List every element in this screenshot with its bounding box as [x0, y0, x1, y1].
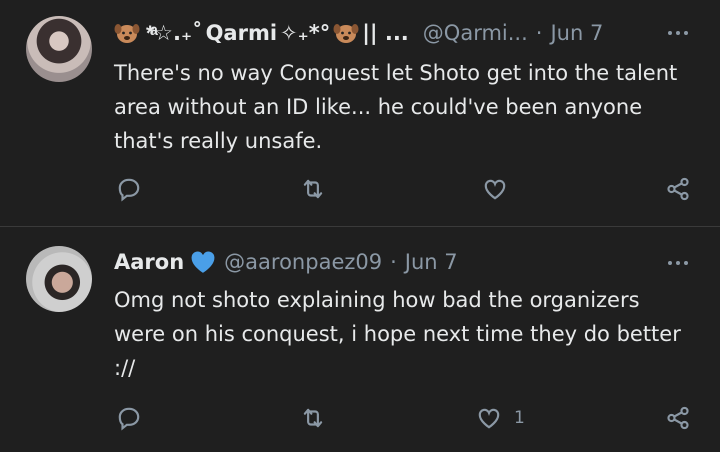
- tweet-text: There's no way Conquest let Shoto get in…: [114, 61, 678, 153]
- share-icon: [667, 406, 689, 430]
- dog-emoji-icon: [114, 24, 140, 43]
- display-name[interactable]: Aaron: [114, 250, 184, 274]
- retweet-icon: [303, 179, 323, 199]
- name-prefix-symbols: *ͣ☆.₊˚: [146, 20, 203, 45]
- share-button[interactable]: [665, 405, 691, 431]
- tweet-date[interactable]: Jun 7: [405, 250, 458, 274]
- name-suffix-symbols: ✧₊*°: [280, 21, 331, 45]
- tweet-header: *ͣ☆.₊˚ Qarmi ✧₊*° || ... @Qarmi... · Jun…: [114, 18, 603, 48]
- handle[interactable]: @aaronpaez09: [224, 250, 382, 274]
- handle[interactable]: @Qarmi...: [423, 21, 528, 45]
- retweet-button[interactable]: [300, 176, 326, 202]
- retweet-icon: [303, 408, 323, 428]
- retweet-button[interactable]: [300, 405, 326, 431]
- dog-emoji-icon: [333, 24, 359, 43]
- tweet-date[interactable]: Jun 7: [550, 21, 603, 45]
- more-icon[interactable]: [666, 258, 690, 268]
- like-icon: [478, 408, 500, 429]
- separator-dot: ·: [535, 21, 543, 45]
- avatar[interactable]: [26, 246, 92, 312]
- reply-icon: [118, 178, 140, 202]
- tweet[interactable]: *ͣ☆.₊˚ Qarmi ✧₊*° || ... @Qarmi... · Jun…: [0, 0, 720, 226]
- like-button[interactable]: 1: [476, 405, 525, 431]
- tweet[interactable]: Aaron @aaronpaez09 · Jun 7 Omg not shoto…: [0, 227, 720, 452]
- more-icon[interactable]: [666, 28, 690, 38]
- like-button[interactable]: [482, 176, 520, 202]
- blue-heart-icon: [191, 251, 215, 273]
- share-button[interactable]: [665, 176, 691, 202]
- name-truncation: || ...: [362, 21, 409, 45]
- like-icon: [484, 179, 506, 200]
- reply-button[interactable]: [116, 176, 142, 202]
- like-count: 1: [514, 408, 525, 428]
- reply-icon: [118, 407, 140, 431]
- reply-button[interactable]: [116, 405, 142, 431]
- tweet-text: Omg not shoto explaining how bad the org…: [114, 288, 681, 380]
- separator-dot: ·: [390, 250, 397, 274]
- share-icon: [667, 177, 689, 201]
- tweet-header: Aaron @aaronpaez09 · Jun 7: [114, 247, 458, 277]
- display-name[interactable]: Qarmi: [206, 21, 277, 45]
- avatar[interactable]: [26, 16, 92, 82]
